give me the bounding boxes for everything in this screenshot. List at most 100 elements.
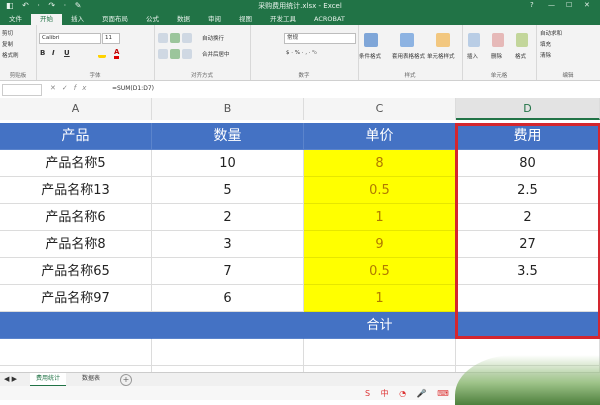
fill-color-icon[interactable] bbox=[98, 49, 106, 58]
cell-quantity[interactable]: 7 bbox=[152, 258, 304, 285]
format-painter-button[interactable]: 格式刷 bbox=[2, 51, 19, 59]
insert-cells-icon[interactable] bbox=[468, 33, 480, 47]
align-bottom-icon[interactable] bbox=[182, 33, 192, 43]
maximize-button[interactable]: ☐ bbox=[566, 1, 572, 9]
tab-page-layout[interactable]: 页面布局 bbox=[93, 14, 137, 25]
header-cell-cost[interactable]: 费用 bbox=[456, 123, 600, 150]
font-color-icon[interactable]: A bbox=[114, 48, 120, 59]
tab-developer[interactable]: 开发工具 bbox=[261, 14, 305, 25]
number-format-buttons[interactable]: $ · % · ‚ · ⁰₀ bbox=[286, 50, 317, 56]
cell-product[interactable]: 产品名称97 bbox=[0, 285, 152, 312]
group-label: 样式 bbox=[404, 73, 416, 79]
minimize-button[interactable]: — bbox=[548, 1, 555, 9]
cut-button[interactable]: 剪切 bbox=[2, 29, 13, 37]
formula-input[interactable]: =SUM(D1:D7) bbox=[112, 85, 154, 92]
tab-formulas[interactable]: 公式 bbox=[137, 14, 168, 25]
tab-data[interactable]: 数据 bbox=[168, 14, 199, 25]
total-row: 合计 bbox=[0, 312, 600, 339]
tab-acrobat[interactable]: ACROBAT bbox=[305, 14, 354, 25]
header-cell-unit-price[interactable]: 单价 bbox=[304, 123, 456, 150]
total-cell-b[interactable] bbox=[152, 312, 304, 339]
format-cells-button[interactable]: 格式 bbox=[515, 52, 526, 60]
cell-product[interactable]: 产品名称6 bbox=[0, 204, 152, 231]
empty-cell[interactable] bbox=[0, 339, 152, 366]
delete-cells-button[interactable]: 删除 bbox=[491, 52, 502, 60]
autosum-button[interactable]: 自动求和 bbox=[540, 29, 562, 37]
copy-button[interactable]: 复制 bbox=[2, 40, 13, 48]
cell-unit-price[interactable]: 1 bbox=[304, 285, 456, 312]
format-as-table-icon[interactable] bbox=[400, 33, 414, 47]
cell-quantity[interactable]: 2 bbox=[152, 204, 304, 231]
clear-button[interactable]: 清除 bbox=[540, 51, 551, 59]
cell-unit-price[interactable]: 8 bbox=[304, 150, 456, 177]
empty-cell[interactable] bbox=[152, 339, 304, 366]
column-header-c[interactable]: C bbox=[304, 98, 456, 120]
fill-button[interactable]: 填充 bbox=[540, 40, 551, 48]
format-cells-icon[interactable] bbox=[516, 33, 528, 47]
sheet-tab-cost-stats[interactable]: 费用统计 bbox=[30, 373, 67, 387]
window-title: 采购费用统计.xlsx - Excel bbox=[258, 2, 342, 10]
align-left-icon[interactable] bbox=[158, 49, 168, 59]
insert-cells-button[interactable]: 插入 bbox=[467, 52, 478, 60]
cell-quantity[interactable]: 10 bbox=[152, 150, 304, 177]
align-middle-icon[interactable] bbox=[170, 33, 180, 43]
cell-product[interactable]: 产品名称65 bbox=[0, 258, 152, 285]
cell-quantity[interactable]: 6 bbox=[152, 285, 304, 312]
column-header-a[interactable]: A bbox=[0, 98, 152, 120]
number-format-select[interactable]: 常规 bbox=[284, 33, 356, 44]
tab-view[interactable]: 视图 bbox=[230, 14, 261, 25]
cell-unit-price[interactable]: 0.5 bbox=[304, 258, 456, 285]
cell-quantity[interactable]: 5 bbox=[152, 177, 304, 204]
cell-unit-price[interactable]: 0.5 bbox=[304, 177, 456, 204]
name-box[interactable] bbox=[2, 84, 42, 96]
align-top-icon[interactable] bbox=[158, 33, 168, 43]
tab-home[interactable]: 开始 bbox=[31, 14, 62, 25]
merge-center-button[interactable]: 合并后居中 bbox=[202, 50, 230, 58]
total-label[interactable]: 合计 bbox=[304, 312, 456, 339]
align-center-icon[interactable] bbox=[170, 49, 180, 59]
delete-cells-icon[interactable] bbox=[492, 33, 504, 47]
empty-cell[interactable] bbox=[304, 339, 456, 366]
cell-product[interactable]: 产品名称8 bbox=[0, 231, 152, 258]
cells-group: 插入 删除 格式 单元格 bbox=[462, 25, 537, 80]
add-sheet-button[interactable]: + bbox=[120, 374, 132, 386]
cell-cost[interactable]: 27 bbox=[456, 231, 600, 258]
total-cell-a[interactable] bbox=[0, 312, 152, 339]
close-button[interactable]: ✕ bbox=[584, 1, 590, 9]
total-value-cell[interactable] bbox=[456, 312, 600, 339]
italic-button[interactable]: I bbox=[52, 49, 55, 57]
font-name-select[interactable]: Calibri bbox=[39, 33, 101, 44]
align-right-icon[interactable] bbox=[182, 49, 192, 59]
cell-cost[interactable]: 2 bbox=[456, 204, 600, 231]
sheet-tab-data[interactable]: 数据表 bbox=[76, 373, 106, 385]
header-cell-product[interactable]: 产品 bbox=[0, 123, 152, 150]
cell-unit-price[interactable]: 1 bbox=[304, 204, 456, 231]
wrap-text-button[interactable]: 自动换行 bbox=[202, 34, 224, 42]
cell-cost[interactable] bbox=[456, 285, 600, 312]
cell-product[interactable]: 产品名称5 bbox=[0, 150, 152, 177]
cell-cost[interactable]: 80 bbox=[456, 150, 600, 177]
cell-cost[interactable]: 2.5 bbox=[456, 177, 600, 204]
tab-file[interactable]: 文件 bbox=[0, 14, 31, 25]
cell-quantity[interactable]: 3 bbox=[152, 231, 304, 258]
tab-review[interactable]: 审阅 bbox=[199, 14, 230, 25]
cell-product[interactable]: 产品名称13 bbox=[0, 177, 152, 204]
sheet-nav-arrows[interactable]: ◀ ▶ bbox=[4, 375, 17, 383]
underline-button[interactable]: U bbox=[64, 49, 70, 57]
format-as-table-button[interactable]: 套用表格格式 bbox=[392, 52, 425, 60]
font-size-select[interactable]: 11 bbox=[102, 33, 120, 44]
cell-unit-price[interactable]: 9 bbox=[304, 231, 456, 258]
help-button[interactable]: ? bbox=[530, 1, 534, 9]
clipboard-group: 剪切 复制 格式刷 剪贴板 bbox=[0, 25, 37, 80]
tab-insert[interactable]: 插入 bbox=[62, 14, 93, 25]
cell-styles-icon[interactable] bbox=[436, 33, 450, 47]
header-cell-quantity[interactable]: 数量 bbox=[152, 123, 304, 150]
cell-cost[interactable]: 3.5 bbox=[456, 258, 600, 285]
conditional-format-button[interactable]: 条件格式 bbox=[359, 52, 381, 60]
formula-buttons[interactable]: ✕✓fx bbox=[50, 84, 92, 92]
column-header-d[interactable]: D bbox=[456, 98, 600, 120]
cell-styles-button[interactable]: 单元格样式 bbox=[427, 52, 455, 60]
bold-button[interactable]: B bbox=[40, 49, 45, 57]
column-header-b[interactable]: B bbox=[152, 98, 304, 120]
conditional-format-icon[interactable] bbox=[364, 33, 378, 47]
